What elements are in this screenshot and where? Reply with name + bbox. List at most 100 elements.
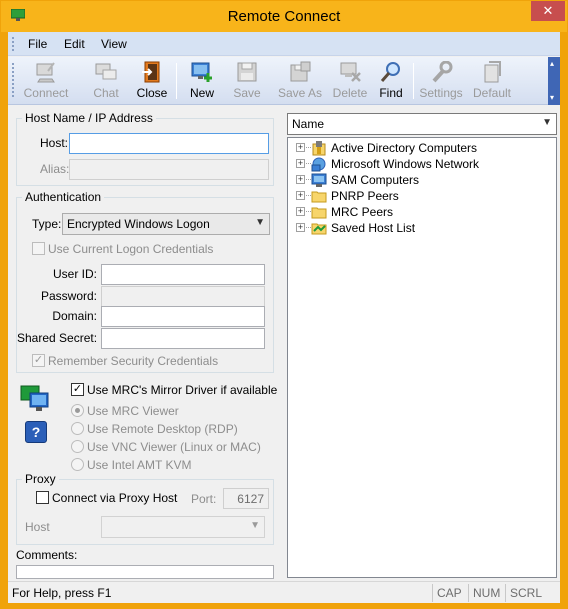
toolbar-grip[interactable] xyxy=(12,63,15,97)
remember-credentials-checkbox[interactable]: ✓ xyxy=(32,354,45,367)
chat-button[interactable]: Chat xyxy=(84,61,128,101)
mirror-driver-label: Use MRC's Mirror Driver if available xyxy=(87,383,278,397)
expand-icon[interactable]: + xyxy=(296,223,305,232)
proxy-group: Proxy Connect via Proxy Host Port: 6127 … xyxy=(16,472,274,545)
port-label: Port: xyxy=(191,492,217,506)
default-label: Default xyxy=(472,86,512,100)
shared-secret-input[interactable] xyxy=(101,328,265,349)
computers-icon xyxy=(20,385,49,411)
find-button[interactable]: Find xyxy=(374,61,408,101)
host-input[interactable] xyxy=(69,133,269,154)
close-button[interactable]: Close xyxy=(132,61,172,101)
menu-bar: File Edit View xyxy=(8,32,560,56)
saved-folder-icon xyxy=(311,223,327,235)
host-browser-tree[interactable]: + Active Directory Computers + Microsoft… xyxy=(287,137,557,578)
tree-item-mrc-peers[interactable]: + MRC Peers xyxy=(296,204,546,220)
save-button[interactable]: Save xyxy=(230,61,264,101)
comments-input[interactable] xyxy=(16,565,274,579)
chat-icon xyxy=(95,63,117,80)
menu-view[interactable]: View xyxy=(101,37,127,51)
authentication-group: Authentication Type: Encrypted Windows L… xyxy=(16,190,274,373)
use-current-logon-label: Use Current Logon Credentials xyxy=(48,242,214,256)
settings-label: Settings xyxy=(419,86,463,100)
delete-icon xyxy=(340,62,361,82)
domain-input[interactable] xyxy=(101,306,265,327)
status-caps-lock: CAP xyxy=(432,584,468,602)
new-computer-icon xyxy=(191,62,212,82)
tree-item-label: MRC Peers xyxy=(331,205,394,219)
save-as-button[interactable]: Save As xyxy=(274,61,326,101)
connect-button[interactable]: Connect xyxy=(18,61,74,101)
expand-icon[interactable]: + xyxy=(296,143,305,152)
use-vnc-label: Use VNC Viewer (Linux or MAC) xyxy=(87,440,261,454)
title-bar[interactable]: Remote Connect ✕ xyxy=(1,1,567,32)
expand-icon[interactable]: + xyxy=(296,159,305,168)
proxy-host-checkbox[interactable] xyxy=(36,491,49,504)
tree-item-windows-network[interactable]: + Microsoft Windows Network xyxy=(296,156,546,172)
tree-item-pnrp-peers[interactable]: + PNRP Peers xyxy=(296,188,546,204)
active-directory-icon xyxy=(312,141,326,156)
expand-icon[interactable]: + xyxy=(296,175,305,184)
wrench-icon xyxy=(432,61,453,83)
use-current-logon-checkbox[interactable] xyxy=(32,242,45,255)
auth-type-value: Encrypted Windows Logon xyxy=(67,217,210,231)
toolbar: Connect Chat Close New Save Save As Dele… xyxy=(8,57,560,105)
host-group-title: Host Name / IP Address xyxy=(22,111,156,125)
expand-icon[interactable]: + xyxy=(296,191,305,200)
status-num-lock: NUM xyxy=(468,584,505,602)
alias-input[interactable] xyxy=(69,159,269,180)
help-button[interactable]: ? xyxy=(25,421,47,443)
use-rdp-radio[interactable] xyxy=(71,422,84,435)
delete-label: Delete xyxy=(332,86,368,100)
toolbar-overflow-button[interactable]: ▴ ▾ xyxy=(548,57,560,105)
new-button[interactable]: New xyxy=(183,61,221,101)
use-vnc-radio[interactable] xyxy=(71,440,84,453)
close-door-icon xyxy=(142,61,160,83)
computer-icon xyxy=(311,173,327,187)
shared-secret-label: Shared Secret: xyxy=(17,331,98,345)
chevron-up-icon: ▴ xyxy=(550,59,555,68)
tree-item-label: PNRP Peers xyxy=(331,189,399,203)
tree-item-saved-host-list[interactable]: + Saved Host List xyxy=(296,220,546,236)
app-window: Remote Connect ✕ File Edit View Connect xyxy=(0,0,568,609)
userid-input[interactable] xyxy=(101,264,265,285)
menubar-grip[interactable] xyxy=(12,37,15,51)
auth-type-select[interactable]: Encrypted Windows Logon ▼ xyxy=(62,213,270,235)
use-amt-kvm-radio[interactable] xyxy=(71,458,84,471)
password-input[interactable] xyxy=(101,286,265,307)
settings-button[interactable]: Settings xyxy=(418,61,464,101)
port-input[interactable]: 6127 xyxy=(223,488,269,509)
connect-icon xyxy=(36,62,55,83)
menu-edit[interactable]: Edit xyxy=(64,37,85,51)
view-mode-select[interactable]: Name ▼ xyxy=(287,113,557,135)
chat-label: Chat xyxy=(93,86,119,100)
use-mrc-viewer-radio[interactable] xyxy=(71,404,84,417)
tree-item-label: Microsoft Windows Network xyxy=(331,157,480,171)
use-mrc-viewer-label: Use MRC Viewer xyxy=(87,404,179,418)
chevron-down-icon: ▼ xyxy=(542,117,552,128)
tree-item-sam-computers[interactable]: + SAM Computers xyxy=(296,172,546,188)
proxy-host-field-label: Host xyxy=(25,520,50,534)
tree-item-active-directory[interactable]: + Active Directory Computers xyxy=(296,140,546,156)
folder-icon xyxy=(311,191,327,203)
chevron-down-icon: ▾ xyxy=(550,93,555,102)
status-scroll-lock: SCRL xyxy=(505,584,560,602)
window-close-button[interactable]: ✕ xyxy=(531,1,565,21)
remember-credentials-label: Remember Security Credentials xyxy=(48,354,219,368)
find-label: Find xyxy=(379,86,403,100)
proxy-host-select[interactable]: ▼ xyxy=(101,516,265,538)
menu-file[interactable]: File xyxy=(28,37,47,51)
userid-label: User ID: xyxy=(52,267,97,281)
default-button[interactable]: Default xyxy=(470,61,514,101)
mirror-driver-checkbox[interactable]: ✓ xyxy=(71,383,84,396)
default-icon xyxy=(484,61,501,83)
close-label: Close xyxy=(136,86,168,100)
folder-icon xyxy=(311,207,327,219)
use-rdp-label: Use Remote Desktop (RDP) xyxy=(87,422,238,436)
delete-button[interactable]: Delete xyxy=(328,61,372,101)
expand-icon[interactable]: + xyxy=(296,207,305,216)
network-icon xyxy=(311,157,326,172)
tree-item-label: Saved Host List xyxy=(331,221,416,235)
client-area: File Edit View Connect Chat Close New Sa… xyxy=(8,32,560,603)
connect-label: Connect xyxy=(23,86,69,100)
